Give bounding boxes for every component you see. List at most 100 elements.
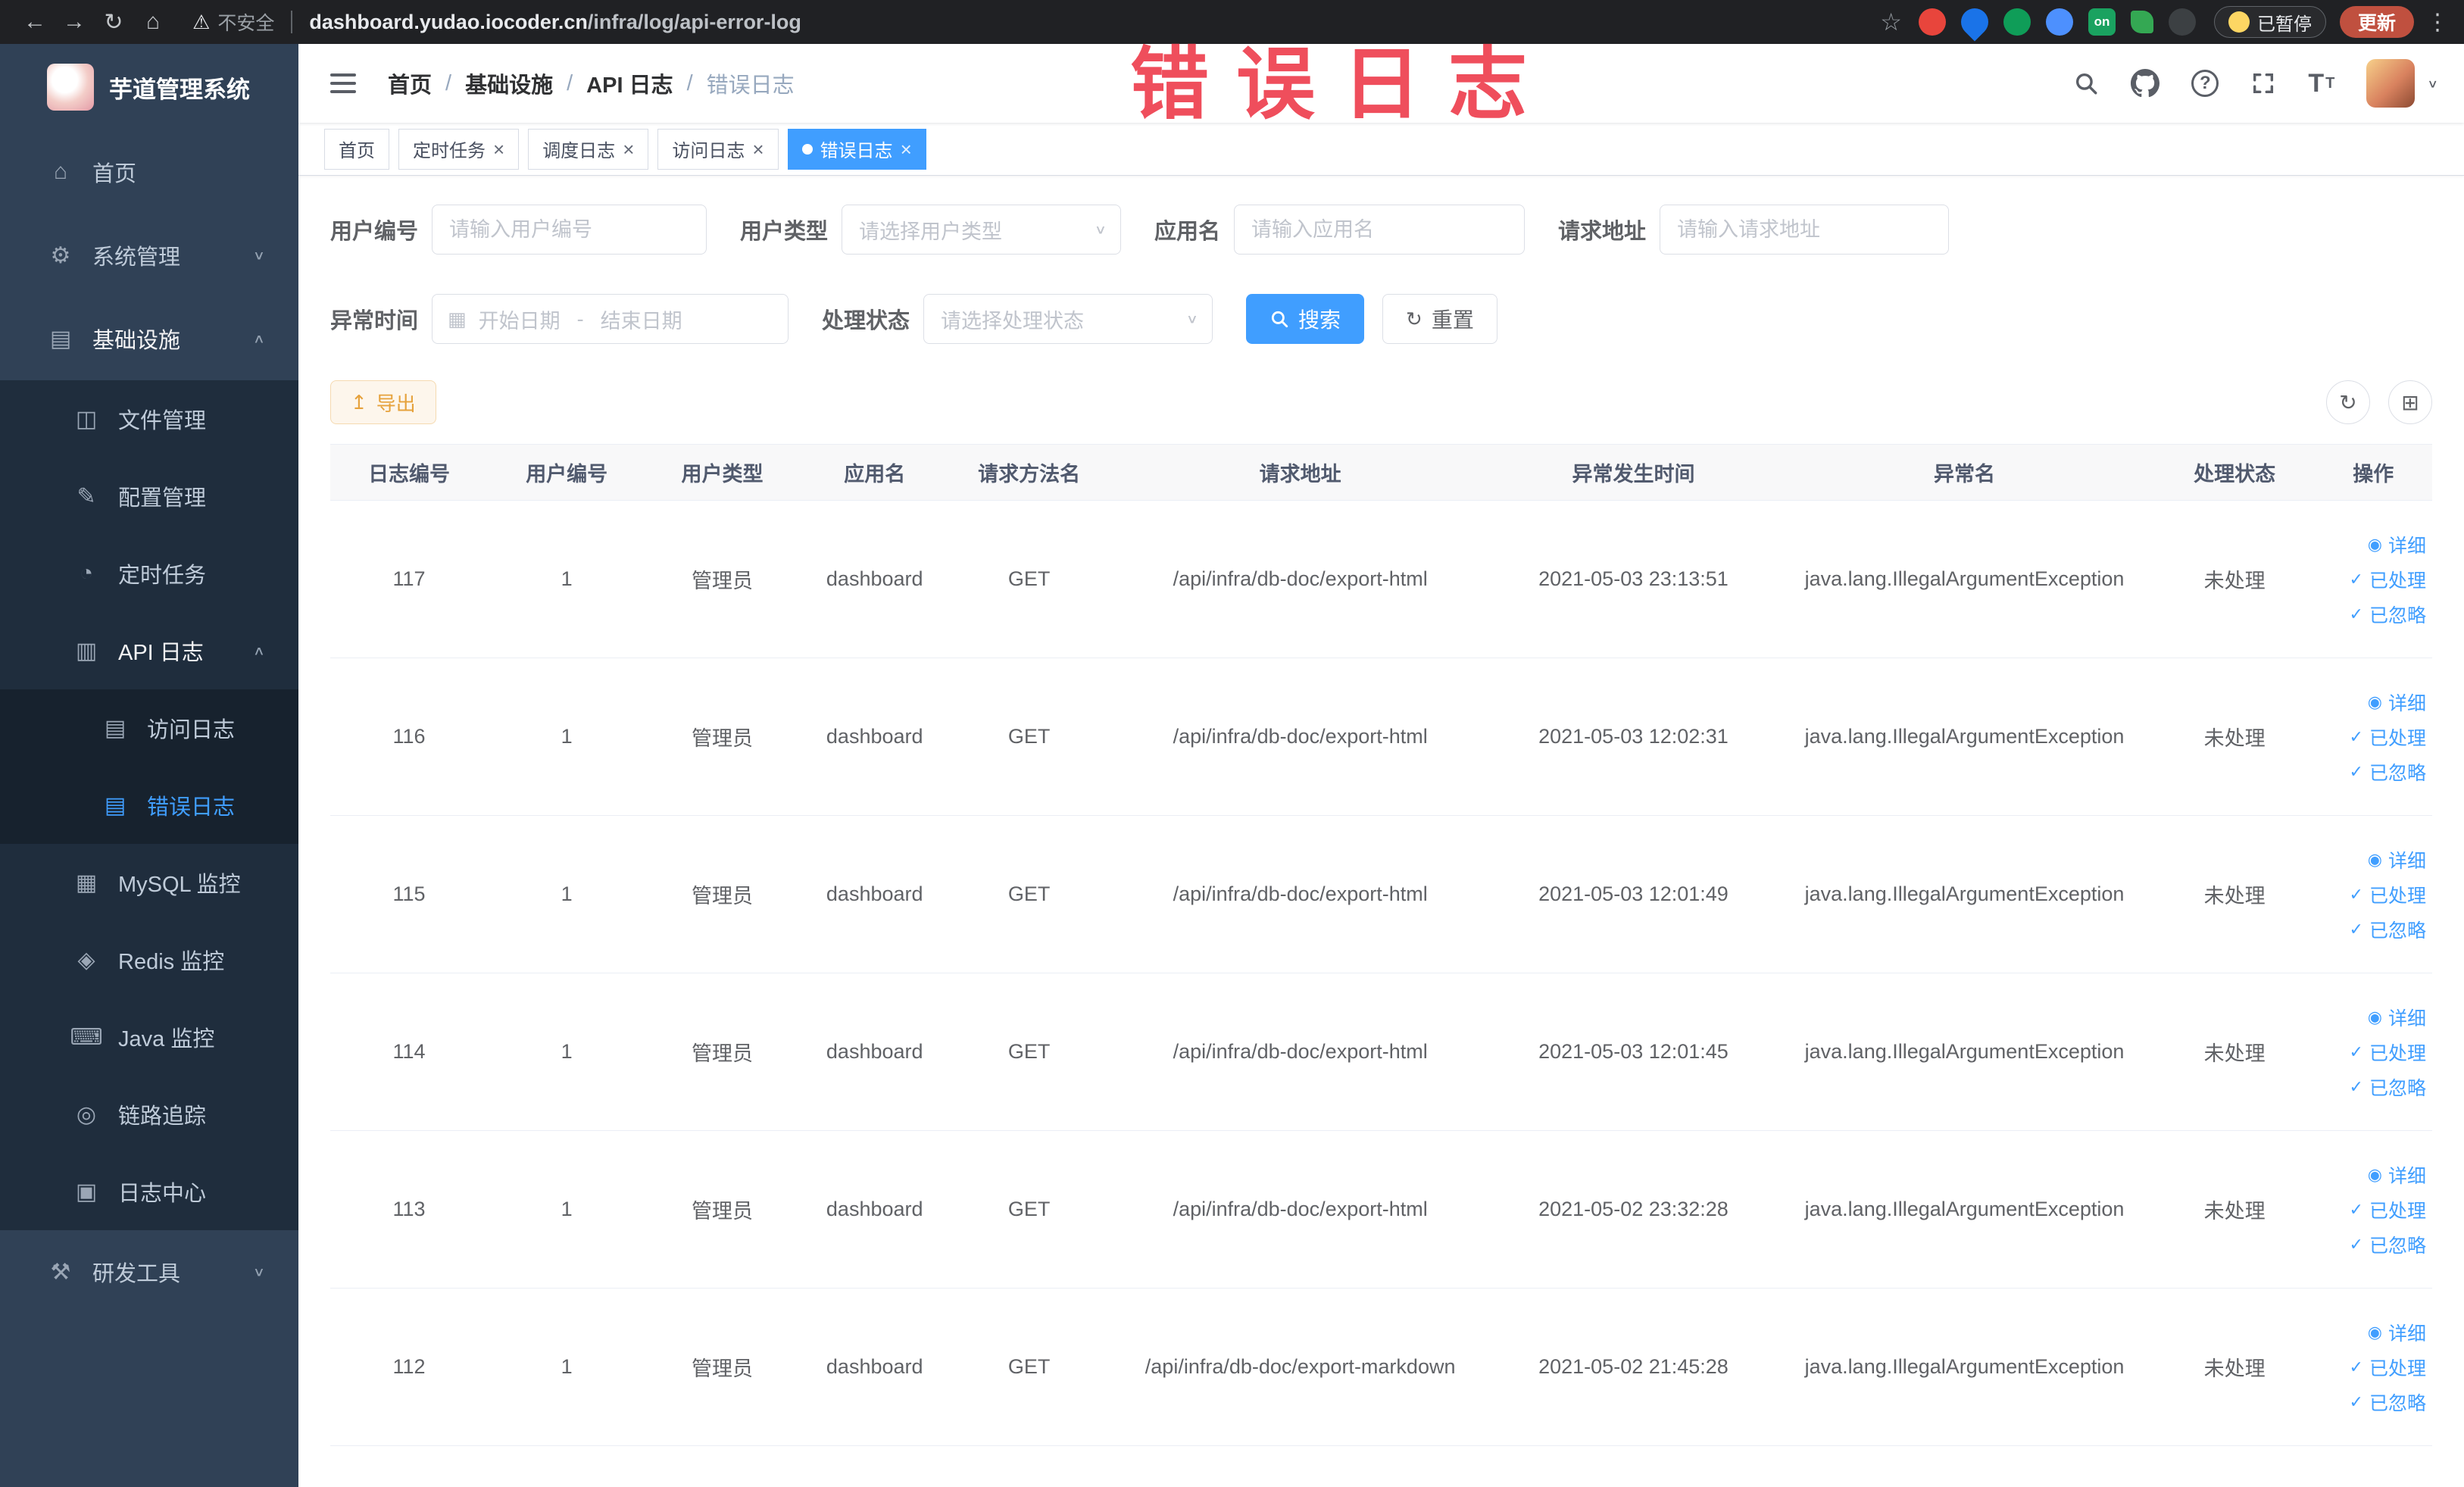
action-ignored[interactable]: ✓ 已忽略 [2315, 912, 2426, 947]
avatar[interactable] [2366, 59, 2416, 108]
close-icon[interactable]: × [493, 139, 504, 159]
close-icon[interactable]: × [623, 139, 634, 159]
action-processed[interactable]: ✓ 已处理 [2315, 562, 2426, 597]
sidebar-item-api-log[interactable]: ▥ API 日志 ∧ [0, 612, 298, 689]
reload-icon[interactable]: ↻ [94, 9, 133, 36]
table-toolbar: ↥ 导出 ↻ ⊞ [330, 380, 2432, 424]
column-header-user_type: 用户类型 [645, 444, 799, 501]
refresh-table-button[interactable]: ↻ [2326, 380, 2370, 424]
cell-user_type: 管理员 [645, 500, 799, 658]
github-icon[interactable] [2131, 69, 2160, 98]
tab-error-log[interactable]: 错误日志 × [787, 128, 926, 170]
search-button[interactable]: 搜索 [1246, 294, 1365, 344]
filter-user-id: 用户编号 [330, 205, 707, 255]
action-detail[interactable]: ◉ 详细 [2315, 1000, 2426, 1035]
cell-id: 116 [330, 658, 489, 816]
sidebar-item-config[interactable]: ✎ 配置管理 [0, 458, 298, 535]
forward-icon[interactable]: → [55, 9, 94, 35]
action-detail[interactable]: ◉ 详细 [2315, 842, 2426, 877]
action-processed[interactable]: ✓ 已处理 [2315, 1192, 2426, 1227]
sidebar-item-error-log[interactable]: ▤ 错误日志 [0, 767, 298, 844]
action-label: 详细 [2387, 1165, 2426, 1187]
tab-access-log[interactable]: 访问日志 × [657, 128, 779, 170]
exception-time-range[interactable]: ▦ 开始日期 - 结束日期 [432, 294, 789, 344]
sidebar-item-access-log[interactable]: ▤ 访问日志 [0, 689, 298, 767]
action-label: 已忽略 [2369, 1392, 2426, 1414]
extension-icons: on [1918, 2, 2196, 42]
sidebar-item-home[interactable]: ⌂ 首页 [0, 130, 298, 214]
close-icon[interactable]: × [901, 139, 912, 159]
cell-status: 未处理 [2154, 658, 2315, 816]
tab-schedule-log[interactable]: 调度日志 × [528, 128, 649, 170]
column-settings-button[interactable]: ⊞ [2388, 380, 2432, 424]
pin-icon[interactable] [2168, 8, 2196, 36]
hamburger-icon[interactable] [324, 67, 362, 99]
action-processed[interactable]: ✓ 已处理 [2315, 720, 2426, 754]
back-icon[interactable]: ← [15, 9, 55, 35]
paused-badge[interactable]: 已暂停 [2213, 6, 2326, 38]
breadcrumb-item[interactable]: 首页 [388, 67, 432, 99]
refresh-icon: ↻ [2339, 390, 2357, 414]
action-processed[interactable]: ✓ 已处理 [2315, 1035, 2426, 1070]
breadcrumb-item[interactable]: 基础设施 [465, 67, 553, 99]
sidebar-item-infra[interactable]: ▤ 基础设施 ∧ [0, 297, 298, 380]
column-header-actions: 操作 [2314, 444, 2432, 501]
update-button[interactable]: 更新 [2339, 6, 2414, 38]
reset-button[interactable]: ↻ 重置 [1382, 294, 1497, 344]
leaf-icon[interactable] [2130, 11, 2153, 33]
app-name-input[interactable] [1234, 205, 1526, 255]
video-icon[interactable] [2003, 8, 2031, 36]
app-logo[interactable]: 芋道管理系统 [0, 44, 298, 130]
sidebar-item-java[interactable]: ⌨ Java 监控 [0, 998, 298, 1076]
drop-icon[interactable] [1955, 2, 1994, 42]
cell-user_type: 管理员 [645, 658, 799, 816]
security-chip[interactable]: ⚠ 不安全 [192, 8, 274, 36]
action-ignored[interactable]: ✓ 已忽略 [2315, 597, 2426, 632]
close-icon[interactable]: × [752, 139, 764, 159]
action-processed[interactable]: ✓ 已处理 [2315, 1350, 2426, 1385]
grid-icon[interactable] [2045, 8, 2073, 36]
onetab-icon[interactable]: on [2088, 8, 2116, 36]
request-url-input[interactable] [1660, 205, 1950, 255]
help-icon[interactable]: ? [2191, 70, 2219, 97]
bookmark-star-icon[interactable]: ☆ [1880, 8, 1902, 36]
browser-menu-icon[interactable]: ⋮ [2426, 9, 2449, 36]
action-detail[interactable]: ◉ 详细 [2315, 527, 2426, 562]
tags-view: 首页 定时任务 × 调度日志 × 访问日志 × 错误日志 × [298, 123, 2464, 176]
url-domain: dashboard.yudao.iocoder.cn [309, 10, 588, 33]
filter-request-url: 请求地址 [1558, 205, 1950, 255]
sidebar-item-cron[interactable]: ◔ 定时任务 [0, 535, 298, 612]
fullscreen-icon[interactable] [2250, 70, 2276, 96]
action-ignored[interactable]: ✓ 已忽略 [2315, 754, 2426, 789]
sidebar-item-file[interactable]: ◫ 文件管理 [0, 380, 298, 458]
font-size-icon[interactable]: TT [2308, 69, 2334, 98]
export-button[interactable]: ↥ 导出 [330, 380, 436, 424]
process-status-select[interactable]: 请选择处理状态 ∨ [923, 294, 1213, 344]
address-bar[interactable]: dashboard.yudao.iocoder.cn/infra/log/api… [309, 11, 801, 34]
action-ignored[interactable]: ✓ 已忽略 [2315, 1227, 2426, 1262]
sidebar-item-log-center[interactable]: ▣ 日志中心 [0, 1153, 298, 1230]
action-detail[interactable]: ◉ 详细 [2315, 1315, 2426, 1350]
user-id-input[interactable] [432, 205, 707, 255]
cell-user_id: 1 [488, 658, 646, 816]
chevron-down-icon[interactable]: ∨ [2427, 77, 2438, 91]
cell-time: 2021-05-02 23:32:28 [1492, 1130, 1775, 1289]
action-detail[interactable]: ◉ 详细 [2315, 685, 2426, 720]
action-processed[interactable]: ✓ 已处理 [2315, 877, 2426, 912]
user-type-select[interactable]: 请选择用户类型 ∨ [842, 205, 1122, 255]
sidebar-item-mysql[interactable]: ▦ MySQL 监控 [0, 844, 298, 921]
sidebar-item-system[interactable]: ⚙ 系统管理 ∨ [0, 214, 298, 297]
breadcrumb-item[interactable]: API 日志 [586, 67, 673, 99]
sidebar-item-devtools[interactable]: ⚒ 研发工具 ∨ [0, 1230, 298, 1314]
adblock-icon[interactable] [1918, 8, 1946, 36]
search-icon[interactable] [2073, 70, 2099, 96]
tab-home[interactable]: 首页 [324, 128, 389, 170]
tab-cron[interactable]: 定时任务 × [398, 128, 520, 170]
gear-icon: ⚙ [50, 242, 71, 268]
action-ignored[interactable]: ✓ 已忽略 [2315, 1385, 2426, 1420]
action-detail[interactable]: ◉ 详细 [2315, 1157, 2426, 1192]
action-ignored[interactable]: ✓ 已忽略 [2315, 1070, 2426, 1104]
sidebar-item-trace[interactable]: ◎ 链路追踪 [0, 1076, 298, 1153]
browser-home-icon[interactable]: ⌂ [133, 9, 173, 35]
sidebar-item-redis[interactable]: ◈ Redis 监控 [0, 921, 298, 998]
